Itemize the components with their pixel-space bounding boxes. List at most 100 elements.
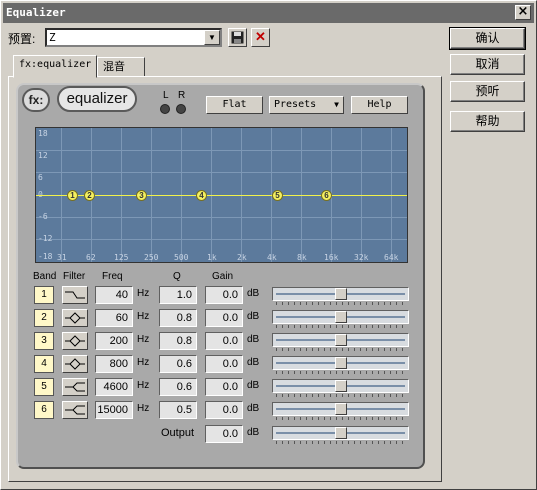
close-button[interactable]: ×: [515, 5, 531, 20]
frequency-response-graph[interactable]: 18 12 6 0 -6 -12 -18 31 62 125 250 500 1…: [35, 127, 408, 263]
freq-field[interactable]: 40: [95, 286, 133, 304]
plugin-help-button[interactable]: Help: [351, 96, 408, 114]
slider-thumb[interactable]: [335, 427, 347, 439]
gain-field[interactable]: 0.0: [205, 332, 243, 350]
band-number[interactable]: 1: [34, 286, 54, 304]
chevron-down-icon[interactable]: ▼: [204, 30, 220, 45]
x-tick: 16k: [324, 253, 339, 262]
output-gain-field[interactable]: 0.0: [205, 425, 243, 443]
band-node-5[interactable]: 5: [272, 190, 283, 201]
band-number[interactable]: 6: [34, 401, 54, 419]
band-row: 2 60 Hz 0.8 0.0 dB: [0, 309, 537, 329]
slider-ticks: [276, 394, 404, 397]
gain-slider[interactable]: [272, 402, 409, 416]
preview-button[interactable]: 预听: [450, 81, 525, 102]
freq-header: Freq: [102, 271, 123, 282]
cancel-button[interactable]: 取消: [450, 54, 525, 75]
window-title: Equalizer: [6, 6, 66, 19]
band-number[interactable]: 3: [34, 332, 54, 350]
gain-header: Gain: [212, 271, 234, 282]
low-shelf-icon: [65, 291, 85, 299]
q-field[interactable]: 0.6: [159, 378, 197, 396]
ok-button[interactable]: 确认: [449, 27, 526, 50]
high-shelf-icon: [65, 405, 85, 415]
filter-type-button[interactable]: [62, 378, 88, 396]
db-unit: dB: [247, 403, 260, 414]
gain-field[interactable]: 0.0: [205, 309, 243, 327]
help-button[interactable]: 帮助: [450, 111, 525, 132]
x-tick: 32k: [354, 253, 369, 262]
band-number[interactable]: 5: [34, 378, 54, 396]
led-label-l: L: [163, 90, 169, 101]
gain-slider[interactable]: [272, 287, 409, 301]
peak-icon: [65, 312, 85, 324]
gain-slider[interactable]: [272, 310, 409, 324]
output-label: Output: [161, 427, 195, 439]
gain-field[interactable]: 0.0: [205, 401, 243, 419]
slider-ticks: [276, 348, 404, 351]
freq-field[interactable]: 15000: [95, 401, 133, 419]
slider-thumb[interactable]: [335, 311, 347, 323]
peak-icon: [65, 335, 85, 347]
band-number[interactable]: 2: [34, 309, 54, 327]
band-header: Band: [33, 271, 57, 282]
equalizer-logo: equalizer: [57, 86, 137, 112]
gain-field[interactable]: 0.0: [205, 286, 243, 304]
gain-field[interactable]: 0.0: [205, 378, 243, 396]
preset-value: Z: [49, 31, 56, 44]
y-tick: -18: [38, 252, 53, 261]
band-node-2[interactable]: 2: [84, 190, 95, 201]
band-number[interactable]: 4: [34, 355, 54, 373]
gain-slider[interactable]: [272, 333, 409, 347]
x-tick: 8k: [297, 253, 307, 262]
preset-combobox[interactable]: Z ▼: [45, 28, 222, 47]
slider-ticks: [276, 302, 404, 305]
slider-thumb[interactable]: [335, 288, 347, 300]
tab-mix[interactable]: 混音: [97, 57, 145, 77]
save-preset-button[interactable]: [228, 28, 247, 47]
db-unit: dB: [247, 427, 260, 438]
slider-thumb[interactable]: [335, 357, 347, 369]
freq-field[interactable]: 4600: [95, 378, 133, 396]
db-unit: dB: [247, 380, 260, 391]
slider-thumb[interactable]: [335, 403, 347, 415]
slider-thumb[interactable]: [335, 334, 347, 346]
filter-type-button[interactable]: [62, 286, 88, 304]
filter-type-button[interactable]: [62, 355, 88, 373]
q-field[interactable]: 1.0: [159, 286, 197, 304]
tab-fx-equalizer[interactable]: fx:equalizer: [13, 55, 98, 78]
hz-unit: Hz: [137, 357, 150, 368]
filter-type-button[interactable]: [62, 332, 88, 350]
freq-field[interactable]: 200: [95, 332, 133, 350]
band-node-4[interactable]: 4: [196, 190, 207, 201]
freq-field[interactable]: 800: [95, 355, 133, 373]
flat-button[interactable]: Flat: [206, 96, 263, 114]
band-node-1[interactable]: 1: [67, 190, 78, 201]
filter-type-button[interactable]: [62, 401, 88, 419]
gain-slider[interactable]: [272, 379, 409, 393]
delete-preset-button[interactable]: ✕: [251, 28, 270, 47]
x-tick: 2k: [237, 253, 247, 262]
x-tick: 62: [86, 253, 96, 262]
gain-slider[interactable]: [272, 356, 409, 370]
output-slider[interactable]: [272, 426, 409, 440]
preset-label: 预置:: [8, 32, 36, 46]
q-field[interactable]: 0.6: [159, 355, 197, 373]
filter-type-button[interactable]: [62, 309, 88, 327]
freq-field[interactable]: 60: [95, 309, 133, 327]
db-unit: dB: [247, 334, 260, 345]
hz-unit: Hz: [137, 403, 150, 414]
filter-header: Filter: [63, 271, 86, 282]
q-field[interactable]: 0.5: [159, 401, 197, 419]
q-field[interactable]: 0.8: [159, 332, 197, 350]
y-tick: -6: [38, 212, 48, 221]
gain-field[interactable]: 0.0: [205, 355, 243, 373]
q-field[interactable]: 0.8: [159, 309, 197, 327]
x-tick: 1k: [207, 253, 217, 262]
db-unit: dB: [247, 288, 260, 299]
slider-thumb[interactable]: [335, 380, 347, 392]
fx-logo: fx:: [22, 88, 50, 112]
band-node-3[interactable]: 3: [136, 190, 147, 201]
band-node-6[interactable]: 6: [321, 190, 332, 201]
presets-dropdown[interactable]: Presets ▼: [269, 96, 344, 114]
